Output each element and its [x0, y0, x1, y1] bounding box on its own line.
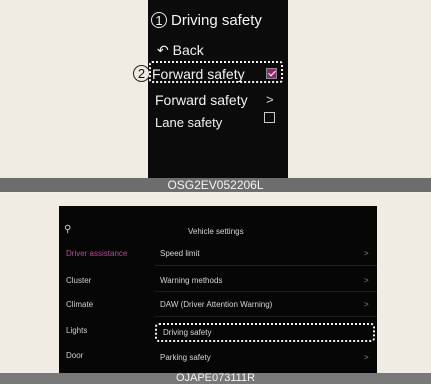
- callout-marker-2: 2: [133, 65, 150, 82]
- chevron-right-icon: >: [364, 300, 369, 309]
- back-label: Back: [172, 42, 204, 58]
- figure-caption-1: OSG2EV052206L: [0, 178, 431, 192]
- back-arrow-icon: ↶: [157, 42, 169, 58]
- back-button[interactable]: ↶ Back: [157, 42, 204, 59]
- checkbox-unchecked-icon[interactable]: [264, 112, 275, 123]
- vehicle-settings-header: Vehicle settings: [188, 227, 244, 236]
- highlight-dotted-box: [149, 61, 283, 83]
- chevron-right-icon: >: [266, 92, 274, 107]
- driving-safety-title: 1 Driving safety: [151, 12, 262, 29]
- sidebar-item-climate[interactable]: Climate: [66, 300, 93, 309]
- chevron-right-icon: >: [364, 353, 369, 362]
- sidebar-item-lights[interactable]: Lights: [66, 326, 87, 335]
- highlight-dotted-box: [155, 323, 375, 342]
- menu-item-label: Lane safety: [155, 115, 223, 130]
- menu-item-warning-methods[interactable]: Warning methods: [160, 276, 222, 285]
- sidebar-item-cluster[interactable]: Cluster: [66, 276, 91, 285]
- sidebar-item-driver-assistance[interactable]: Driver assistance: [66, 249, 127, 258]
- search-icon[interactable]: ⚲: [64, 224, 71, 235]
- menu-item-parking-safety[interactable]: Parking safety: [160, 353, 211, 362]
- menu-item-lane-safety[interactable]: Lane safety: [155, 115, 222, 130]
- menu-item-daw[interactable]: DAW (Driver Attention Warning): [160, 300, 272, 309]
- callout-marker-1: 1: [151, 12, 167, 28]
- divider: [155, 316, 377, 317]
- figure-caption-2: OJAPE073111R: [0, 373, 431, 384]
- menu-item-label: Forward safety: [155, 92, 248, 108]
- divider: [155, 291, 377, 292]
- sidebar-item-door[interactable]: Door: [66, 351, 83, 360]
- menu-item-speed-limit[interactable]: Speed limit: [160, 249, 200, 258]
- divider: [155, 265, 377, 266]
- chevron-right-icon: >: [364, 276, 369, 285]
- panel-driving-safety: 1 Driving safety ↶ Back 2 Forward safety …: [0, 0, 431, 190]
- driving-safety-title-text: Driving safety: [171, 12, 262, 29]
- menu-item-forward-safety-submenu[interactable]: Forward safety: [155, 92, 248, 108]
- chevron-right-icon: >: [364, 249, 369, 258]
